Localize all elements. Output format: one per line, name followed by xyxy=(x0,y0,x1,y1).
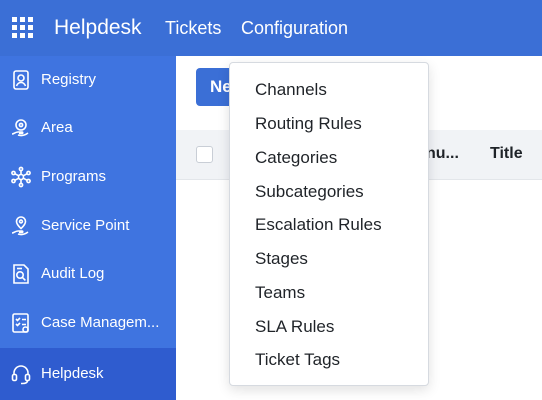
sidebar-item-label: Service Point xyxy=(41,217,130,234)
menu-item-categories[interactable]: Categories xyxy=(230,141,428,174)
menu-item-ticket-tags[interactable]: Ticket Tags xyxy=(230,343,428,376)
top-navigation-bar: Helpdesk Tickets Configuration xyxy=(0,0,542,56)
grid-icon[interactable] xyxy=(12,17,33,38)
column-header-title[interactable]: Title xyxy=(490,145,523,163)
checklist-icon xyxy=(10,312,32,334)
menu-item-escalation-rules[interactable]: Escalation Rules xyxy=(230,208,428,241)
sidebar-item-case-management[interactable]: Case Managem... xyxy=(0,299,176,348)
network-icon xyxy=(10,166,32,188)
headset-icon xyxy=(10,363,32,385)
sidebar-item-label: Area xyxy=(41,119,73,136)
location-hand-icon xyxy=(10,215,32,237)
sidebar-item-helpdesk[interactable]: Helpdesk xyxy=(0,348,176,400)
sidebar-item-area[interactable]: Area xyxy=(0,104,176,153)
sidebar-item-label: Registry xyxy=(41,71,97,88)
app-title[interactable]: Helpdesk xyxy=(54,14,142,42)
map-pin-hand-icon xyxy=(10,117,32,139)
column-header-number[interactable]: nu... xyxy=(426,145,459,163)
sidebar-item-registry[interactable]: Registry xyxy=(0,56,176,105)
sidebar-item-programs[interactable]: Programs xyxy=(0,153,176,202)
sidebar-item-label: Audit Log xyxy=(41,265,105,282)
sidebar-item-label: Helpdesk xyxy=(41,365,104,382)
sidebar-item-service-point[interactable]: Service Point xyxy=(0,202,176,251)
nav-tickets[interactable]: Tickets xyxy=(165,15,221,41)
menu-item-stages[interactable]: Stages xyxy=(230,242,428,275)
id-badge-icon xyxy=(10,69,32,91)
sidebar-item-audit-log[interactable]: Audit Log xyxy=(0,250,176,299)
sidebar-item-label: Case Managem... xyxy=(41,314,160,331)
menu-item-routing-rules[interactable]: Routing Rules xyxy=(230,107,428,140)
menu-item-teams[interactable]: Teams xyxy=(230,276,428,309)
nav-configuration[interactable]: Configuration xyxy=(241,15,348,41)
sidebar-item-label: Programs xyxy=(41,168,107,185)
menu-item-channels[interactable]: Channels xyxy=(230,73,428,106)
menu-item-sla-rules[interactable]: SLA Rules xyxy=(230,310,428,343)
configuration-dropdown-menu: Channels Routing Rules Categories Subcat… xyxy=(229,62,429,386)
sidebar: Registry Area Programs Service Point Aud… xyxy=(0,56,176,400)
document-search-icon xyxy=(10,263,32,285)
menu-item-subcategories[interactable]: Subcategories xyxy=(230,175,428,208)
select-all-checkbox[interactable] xyxy=(196,146,213,163)
